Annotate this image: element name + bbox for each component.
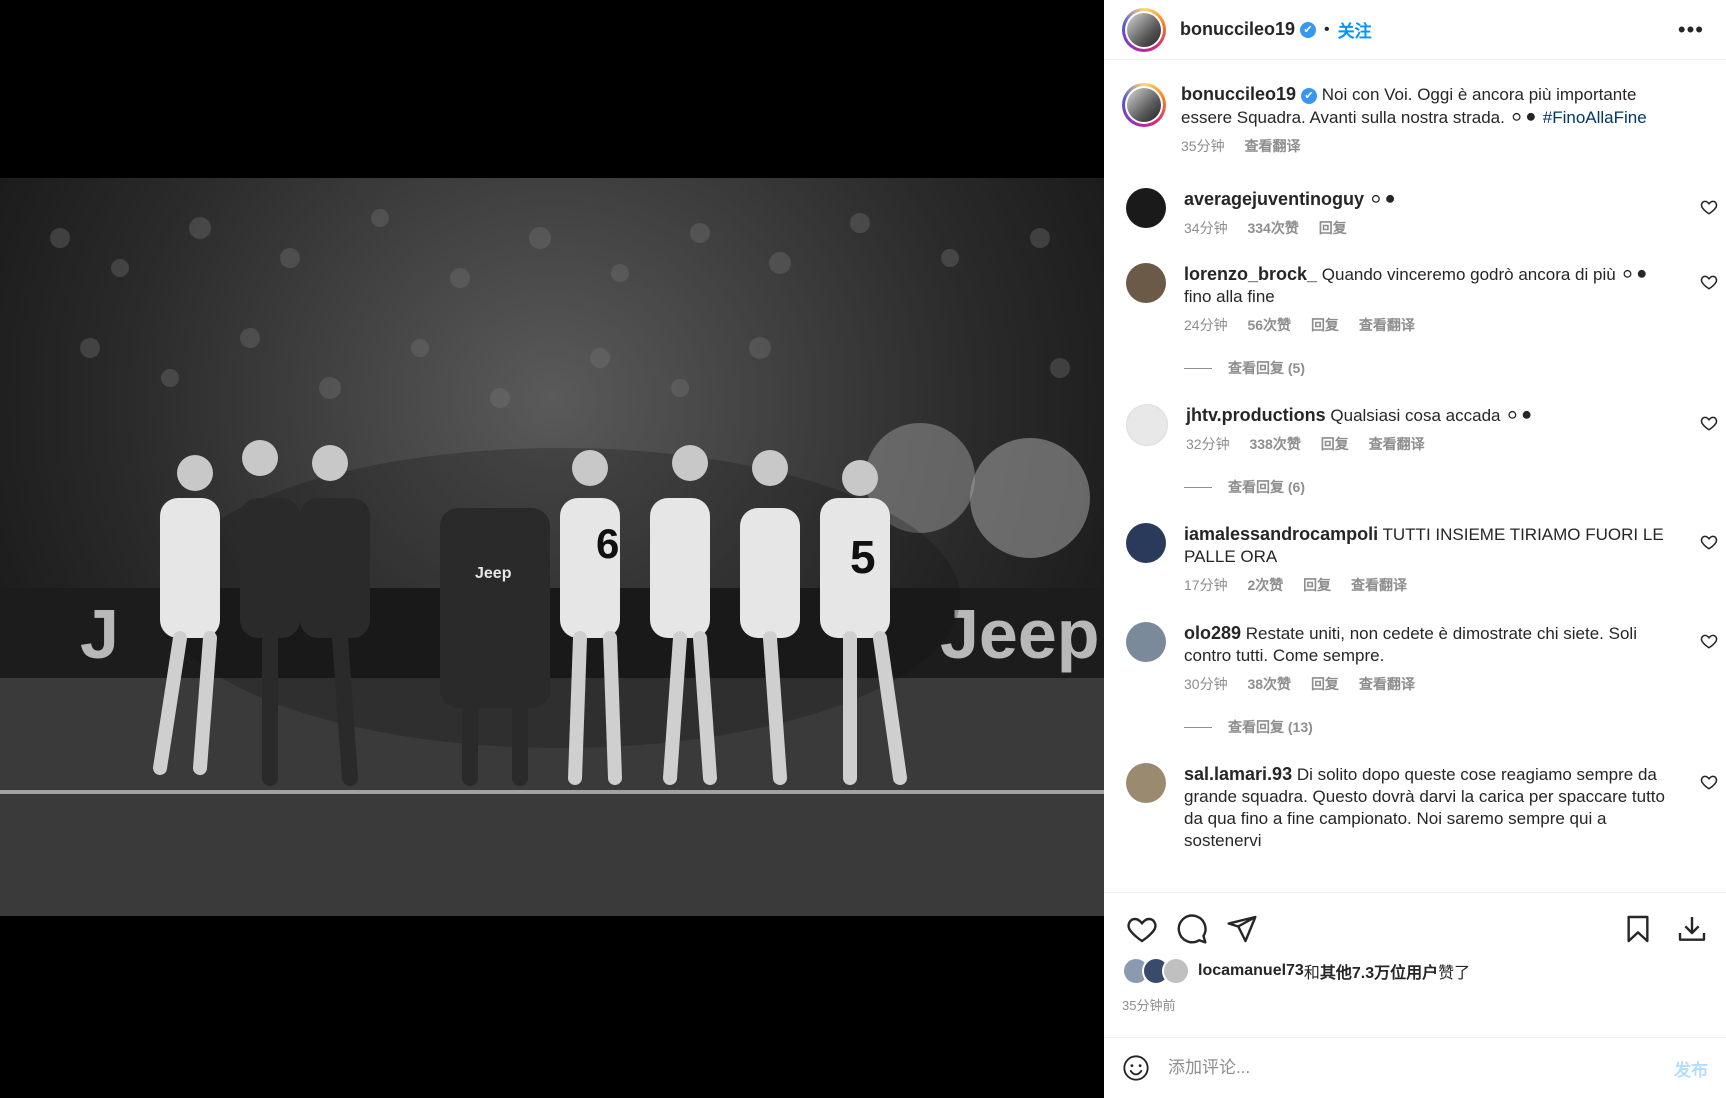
- reply-button[interactable]: 回复: [1321, 436, 1349, 452]
- media-pane: J Jeep 6 5 Jeep: [0, 0, 1104, 1098]
- comment-time: 34分钟: [1184, 220, 1228, 236]
- view-replies-button[interactable]: 查看回复 (13): [1184, 717, 1726, 737]
- post-header: bonuccileo19 ✔ • 关注 •••: [1104, 0, 1726, 60]
- heart-icon[interactable]: [1126, 913, 1158, 945]
- heart-icon[interactable]: [1700, 533, 1718, 551]
- translate-button[interactable]: 查看翻译: [1351, 577, 1407, 593]
- separator-dot: •: [1324, 20, 1330, 38]
- post-photo[interactable]: J Jeep 6 5 Jeep: [0, 178, 1104, 916]
- caption-time: 35分钟: [1181, 138, 1225, 154]
- comment-item: lorenzo_brock_ Quando vinceremo godrò an…: [1104, 263, 1726, 336]
- likes-summary[interactable]: locamanuel73 和其他7.3万位用户 赞了: [1104, 953, 1726, 985]
- likes-connector: 和: [1303, 965, 1320, 982]
- comment-likes[interactable]: 334次赞: [1247, 220, 1298, 236]
- comment-time: 17分钟: [1184, 577, 1228, 593]
- svg-text:Jeep: Jeep: [475, 565, 512, 582]
- follow-button[interactable]: 关注: [1338, 17, 1372, 42]
- heart-icon[interactable]: [1700, 198, 1718, 216]
- verified-icon: ✔: [1300, 21, 1317, 38]
- comment-item: jhtv.productions Qualsiasi cosa accada ⚪…: [1104, 404, 1726, 455]
- likers-avatars: [1122, 957, 1190, 985]
- comment-likes[interactable]: 56次赞: [1247, 317, 1291, 333]
- comment-item: sal.lamari.93 Di solito dopo queste cose…: [1104, 763, 1726, 852]
- comment-time: 32分钟: [1186, 436, 1230, 452]
- download-icon[interactable]: [1676, 913, 1708, 945]
- svg-text:5: 5: [850, 531, 876, 583]
- comment-text: Qualsiasi cosa accada ⚪⚫: [1325, 406, 1534, 425]
- comment-item: averagejuventinoguy ⚪⚫ 34分钟 334次赞 回复: [1104, 188, 1726, 239]
- comment-icon[interactable]: [1176, 913, 1208, 945]
- caption-username[interactable]: bonuccileo19: [1181, 84, 1296, 104]
- caption-translate-button[interactable]: 查看翻译: [1244, 138, 1300, 154]
- emoji-icon[interactable]: [1122, 1054, 1150, 1082]
- svg-text:6: 6: [596, 520, 619, 567]
- comment-username[interactable]: olo289: [1184, 623, 1241, 643]
- reply-button[interactable]: 回复: [1303, 577, 1331, 593]
- comment-likes[interactable]: 2次赞: [1247, 577, 1283, 593]
- likes-others[interactable]: 其他7.3万位用户: [1320, 959, 1438, 983]
- caption-hashtag[interactable]: #FinoAllaFine: [1543, 108, 1647, 127]
- share-icon[interactable]: [1226, 913, 1258, 945]
- reply-button[interactable]: 回复: [1319, 220, 1347, 236]
- comment-likes[interactable]: 38次赞: [1247, 676, 1291, 692]
- liker-username[interactable]: locamanuel73: [1198, 962, 1304, 980]
- more-icon[interactable]: •••: [1678, 17, 1704, 43]
- translate-button[interactable]: 查看翻译: [1359, 317, 1415, 333]
- comment-username[interactable]: iamalessandrocampoli: [1184, 524, 1378, 544]
- comment-username[interactable]: averagejuventinoguy: [1184, 189, 1364, 209]
- comment-username[interactable]: sal.lamari.93: [1184, 764, 1292, 784]
- reply-button[interactable]: 回复: [1311, 676, 1339, 692]
- photo-illustration: J Jeep 6 5 Jeep: [0, 209, 1104, 916]
- translate-button[interactable]: 查看翻译: [1359, 676, 1415, 692]
- svg-text:J: J: [80, 595, 119, 673]
- comment-text: Restate uniti, non cedete è dimostrate c…: [1184, 624, 1637, 665]
- commenter-avatar[interactable]: [1126, 188, 1166, 228]
- heart-icon[interactable]: [1700, 273, 1718, 291]
- heart-icon[interactable]: [1700, 632, 1718, 650]
- comment-item: olo289 Restate uniti, non cedete è dimos…: [1104, 622, 1726, 695]
- likes-suffix: 赞了: [1438, 965, 1471, 982]
- view-replies-button[interactable]: 查看回复 (5): [1184, 358, 1726, 378]
- heart-icon[interactable]: [1700, 773, 1718, 791]
- comment-likes[interactable]: 338次赞: [1249, 436, 1300, 452]
- comment-username[interactable]: jhtv.productions: [1186, 405, 1326, 425]
- commenter-avatar[interactable]: [1126, 263, 1166, 303]
- post-comment-button[interactable]: 发布: [1674, 1056, 1708, 1081]
- bookmark-icon[interactable]: [1622, 913, 1654, 945]
- comment-input[interactable]: [1166, 1057, 1674, 1079]
- post-actions: locamanuel73 和其他7.3万位用户 赞了 35分钟前: [1104, 892, 1726, 1043]
- post-caption: bonuccileo19 ✔ Noi con Voi. Oggi è ancora…: [1104, 61, 1726, 158]
- caption-avatar[interactable]: [1122, 83, 1166, 127]
- comment-time: 24分钟: [1184, 317, 1228, 333]
- commenter-avatar[interactable]: [1126, 763, 1166, 803]
- comment-username[interactable]: lorenzo_brock_: [1184, 264, 1317, 284]
- heart-icon[interactable]: [1700, 414, 1718, 432]
- comment-text: ⚪⚫: [1364, 190, 1398, 209]
- post-side-panel: bonuccileo19 ✔ • 关注 ••• bonuccileo19 ✔ No…: [1104, 0, 1726, 1098]
- add-comment-bar: 发布: [1104, 1037, 1726, 1098]
- translate-button[interactable]: 查看翻译: [1369, 436, 1425, 452]
- author-username[interactable]: bonuccileo19: [1180, 19, 1295, 40]
- svg-text:Jeep: Jeep: [940, 595, 1100, 673]
- commenter-avatar[interactable]: [1126, 523, 1166, 563]
- verified-icon: ✔: [1301, 87, 1318, 104]
- view-replies-button[interactable]: 查看回复 (6): [1184, 477, 1726, 497]
- reply-button[interactable]: 回复: [1311, 317, 1339, 333]
- comments-list[interactable]: bonuccileo19 ✔ Noi con Voi. Oggi è ancora…: [1104, 61, 1726, 891]
- author-avatar[interactable]: [1122, 7, 1166, 52]
- commenter-avatar[interactable]: [1126, 404, 1168, 446]
- comment-time: 30分钟: [1184, 676, 1228, 692]
- posted-time: 35分钟前: [1122, 998, 1176, 1013]
- comment-item: iamalessandrocampoli TUTTI INSIEME TIRIA…: [1104, 523, 1726, 596]
- commenter-avatar[interactable]: [1126, 622, 1166, 662]
